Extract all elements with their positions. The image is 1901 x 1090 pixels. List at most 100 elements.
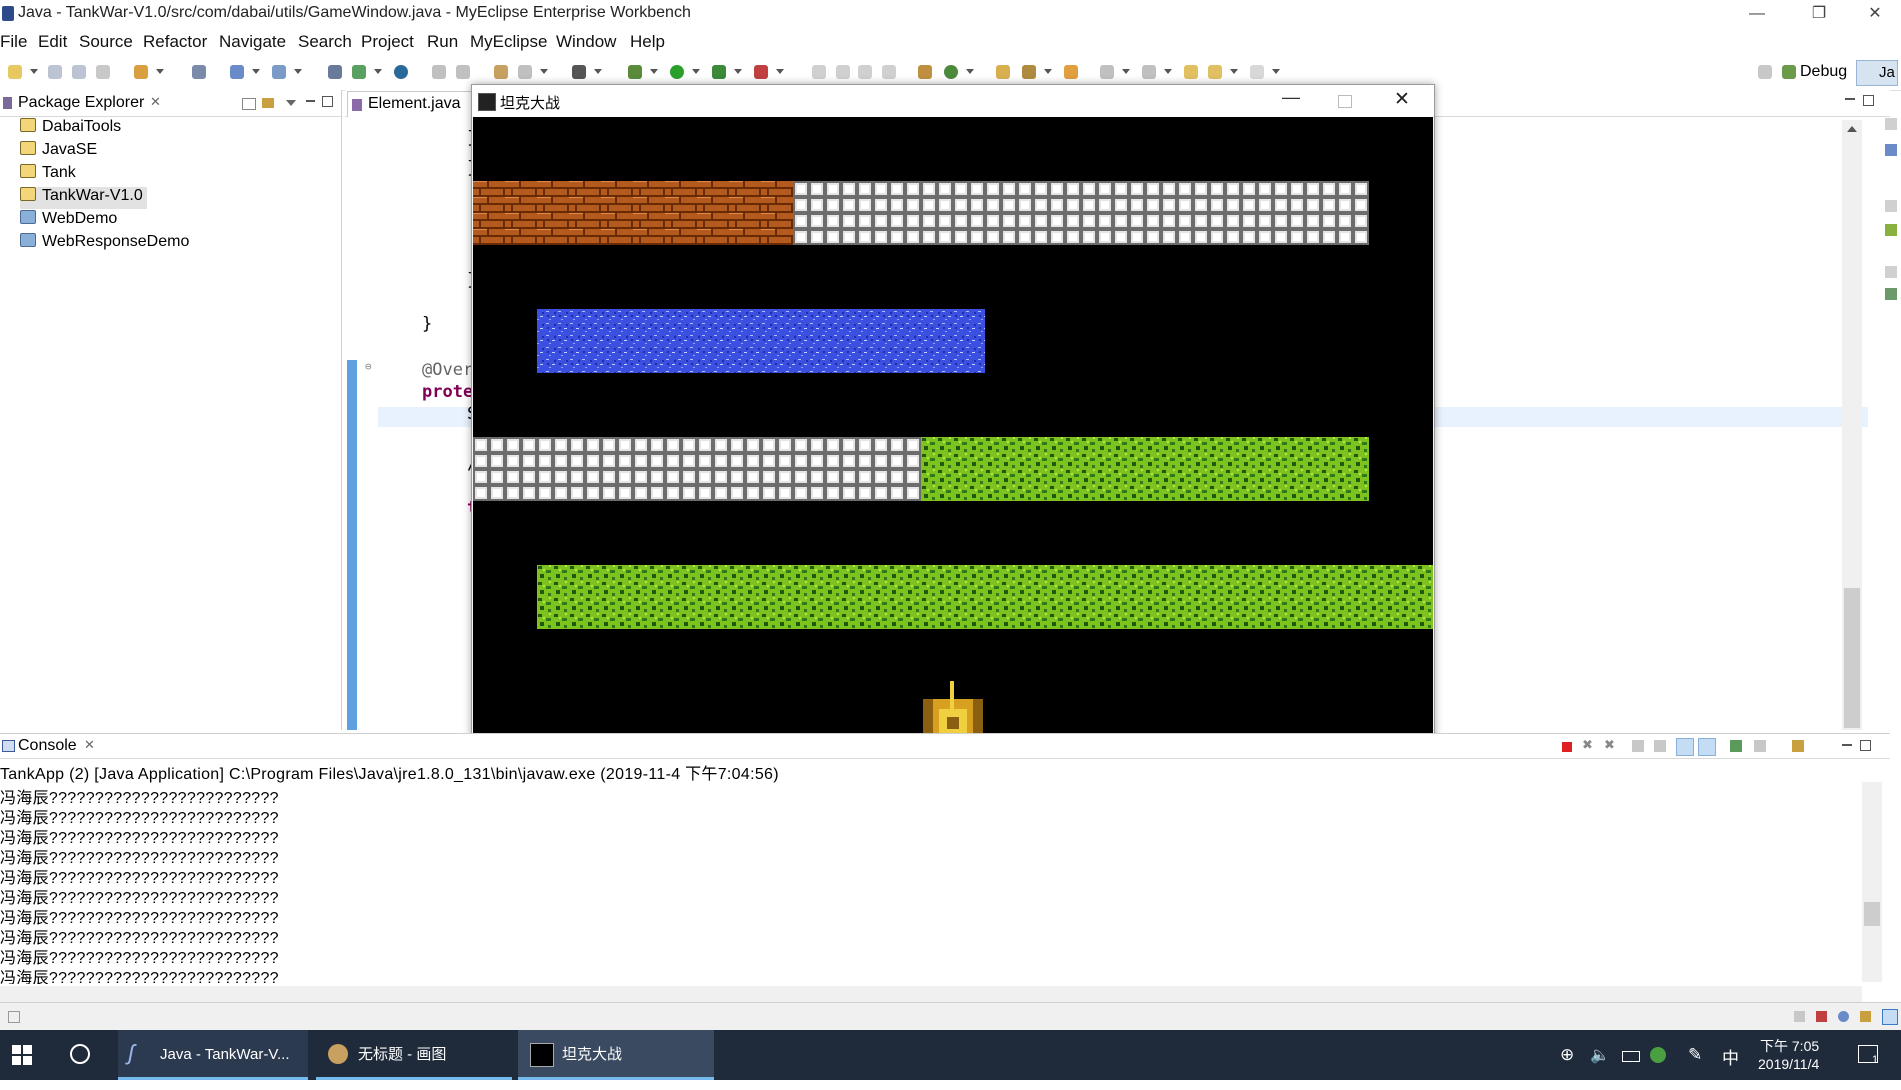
project-item[interactable]: WebDemo <box>20 210 117 232</box>
project-item[interactable]: JavaSE <box>20 141 97 163</box>
wizard-dropdown-icon[interactable] <box>156 69 164 74</box>
search-tool-icon[interactable] <box>1022 65 1036 79</box>
external-tools-dropdown-icon[interactable] <box>776 69 784 74</box>
clock-date[interactable]: 2019/11/4 <box>1758 1056 1819 1072</box>
console-view-icon[interactable] <box>494 65 508 79</box>
console-scroll-thumb[interactable] <box>1864 902 1880 926</box>
collapse-all-icon[interactable] <box>242 98 256 110</box>
tool-icon[interactable] <box>432 65 446 79</box>
remove-all-icon[interactable]: ✖ <box>1604 737 1615 753</box>
mark-icon[interactable] <box>812 65 826 79</box>
taskbar-app-myeclipse[interactable]: ʃ Java - TankWar-V... <box>118 1030 308 1080</box>
print-icon[interactable] <box>96 65 110 79</box>
editor-tab[interactable]: Element.java <box>347 91 475 117</box>
network-icon[interactable]: ⊕ <box>1560 1045 1574 1065</box>
forward-dropdown-icon[interactable] <box>1272 69 1280 74</box>
status-tray-icon[interactable] <box>1860 1011 1871 1022</box>
external-tools-icon[interactable] <box>754 65 768 79</box>
restore-button[interactable]: ❐ <box>1796 0 1842 28</box>
back-dropdown-icon[interactable] <box>1230 69 1238 74</box>
open-type-icon[interactable] <box>328 65 342 79</box>
web-dropdown-icon[interactable] <box>540 69 548 74</box>
game-window[interactable]: 坦克大战 — ✕ <box>471 84 1435 760</box>
taskbar-app-paint[interactable]: 无标题 - 画图 <box>316 1030 512 1080</box>
save-all-icon[interactable] <box>72 65 86 79</box>
status-tray-icon[interactable] <box>1816 1011 1827 1022</box>
menu-refactor[interactable]: Refactor <box>143 32 207 52</box>
menu-navigate[interactable]: Navigate <box>219 32 286 52</box>
prev-annotation-icon[interactable] <box>1142 65 1156 79</box>
side-view-icon[interactable] <box>1885 224 1897 236</box>
menu-help[interactable]: Help <box>630 32 665 52</box>
console-minimize-icon[interactable] <box>1842 744 1852 746</box>
side-view-icon[interactable] <box>1885 144 1897 156</box>
side-view-icon[interactable] <box>1885 200 1897 212</box>
game-minimize-button[interactable]: — <box>1282 87 1300 108</box>
menu-run[interactable]: Run <box>427 32 458 52</box>
last-edit-icon[interactable] <box>1184 65 1198 79</box>
open-folder-icon[interactable] <box>996 65 1010 79</box>
back-icon[interactable] <box>1208 65 1222 79</box>
new-wizard-icon[interactable] <box>134 65 148 79</box>
game-canvas[interactable] <box>473 117 1433 757</box>
package-icon[interactable] <box>918 65 932 79</box>
game-maximize-button[interactable] <box>1338 95 1352 108</box>
scroll-up-icon[interactable] <box>1847 126 1857 132</box>
resource-dropdown-icon[interactable] <box>374 69 382 74</box>
next-annotation-icon[interactable] <box>1100 65 1114 79</box>
minimize-view-icon[interactable] <box>306 100 315 102</box>
pen-icon[interactable] <box>836 65 850 79</box>
minimize-button[interactable]: — <box>1734 0 1780 28</box>
console-hscrollbar[interactable] <box>0 986 1862 1002</box>
coverage-icon[interactable] <box>712 65 726 79</box>
console-maximize-icon[interactable] <box>1860 740 1871 751</box>
start-button[interactable] <box>0 1030 42 1080</box>
server-icon[interactable] <box>192 65 206 79</box>
project-item-selected[interactable]: TankWar-V1.0 <box>20 187 147 209</box>
console-close-icon[interactable]: ✕ <box>84 737 95 753</box>
class-dropdown-icon[interactable] <box>966 69 974 74</box>
class-icon[interactable] <box>944 65 958 79</box>
side-view-icon[interactable] <box>1885 266 1897 278</box>
project-item[interactable]: WebResponseDemo <box>20 233 189 255</box>
search-tool-dropdown-icon[interactable] <box>1044 69 1052 74</box>
coverage-dropdown-icon[interactable] <box>734 69 742 74</box>
run-icon[interactable] <box>670 65 684 79</box>
debug-perspective-label[interactable]: Debug <box>1800 63 1847 81</box>
close-button[interactable]: ✕ <box>1852 0 1898 28</box>
link-editor-icon[interactable] <box>262 98 274 108</box>
terminal-dropdown-icon[interactable] <box>594 69 602 74</box>
console-scrollbar[interactable] <box>1862 782 1882 982</box>
ime-indicator[interactable]: 中 <box>1722 1044 1739 1069</box>
pen-icon[interactable]: ✎ <box>1688 1045 1702 1065</box>
pin-console-icon[interactable] <box>1730 740 1742 752</box>
status-tray-icon[interactable] <box>1794 1011 1805 1022</box>
package-explorer-close-icon[interactable]: ✕ <box>150 94 161 110</box>
maximize-view-icon[interactable] <box>322 96 333 107</box>
globe-icon[interactable] <box>394 65 408 79</box>
game-close-button[interactable]: ✕ <box>1394 88 1410 111</box>
console-output[interactable]: 冯海辰????????????????????????? 冯海辰????????… <box>0 782 1862 984</box>
menu-project[interactable]: Project <box>361 32 414 52</box>
display-console-icon[interactable] <box>1754 740 1766 752</box>
java-perspective-button[interactable]: Ja <box>1856 60 1898 86</box>
show-stderr-icon[interactable] <box>1698 738 1716 756</box>
cortana-button[interactable] <box>70 1044 90 1064</box>
app-tray-icon[interactable] <box>1650 1047 1666 1063</box>
menu-edit[interactable]: Edit <box>38 32 67 52</box>
menu-source[interactable]: Source <box>79 32 133 52</box>
prev-annotation-dropdown-icon[interactable] <box>1164 69 1172 74</box>
annotation-icon[interactable] <box>1064 65 1078 79</box>
project-item[interactable]: Tank <box>20 164 76 186</box>
remove-launch-icon[interactable]: ✖ <box>1582 737 1593 753</box>
console-title[interactable]: Console <box>18 737 77 755</box>
deploy-icon[interactable] <box>230 65 244 79</box>
editor-maximize-icon[interactable] <box>1863 95 1874 106</box>
clear-console-icon[interactable] <box>1632 740 1644 752</box>
pilcrow-icon[interactable] <box>882 65 896 79</box>
menu-myeclipse[interactable]: MyEclipse <box>470 32 547 52</box>
fold-icon[interactable]: ⊖ <box>365 360 372 373</box>
debug-icon[interactable] <box>628 65 642 79</box>
open-console-icon[interactable] <box>1792 740 1804 752</box>
side-view-icon[interactable] <box>1885 118 1897 130</box>
